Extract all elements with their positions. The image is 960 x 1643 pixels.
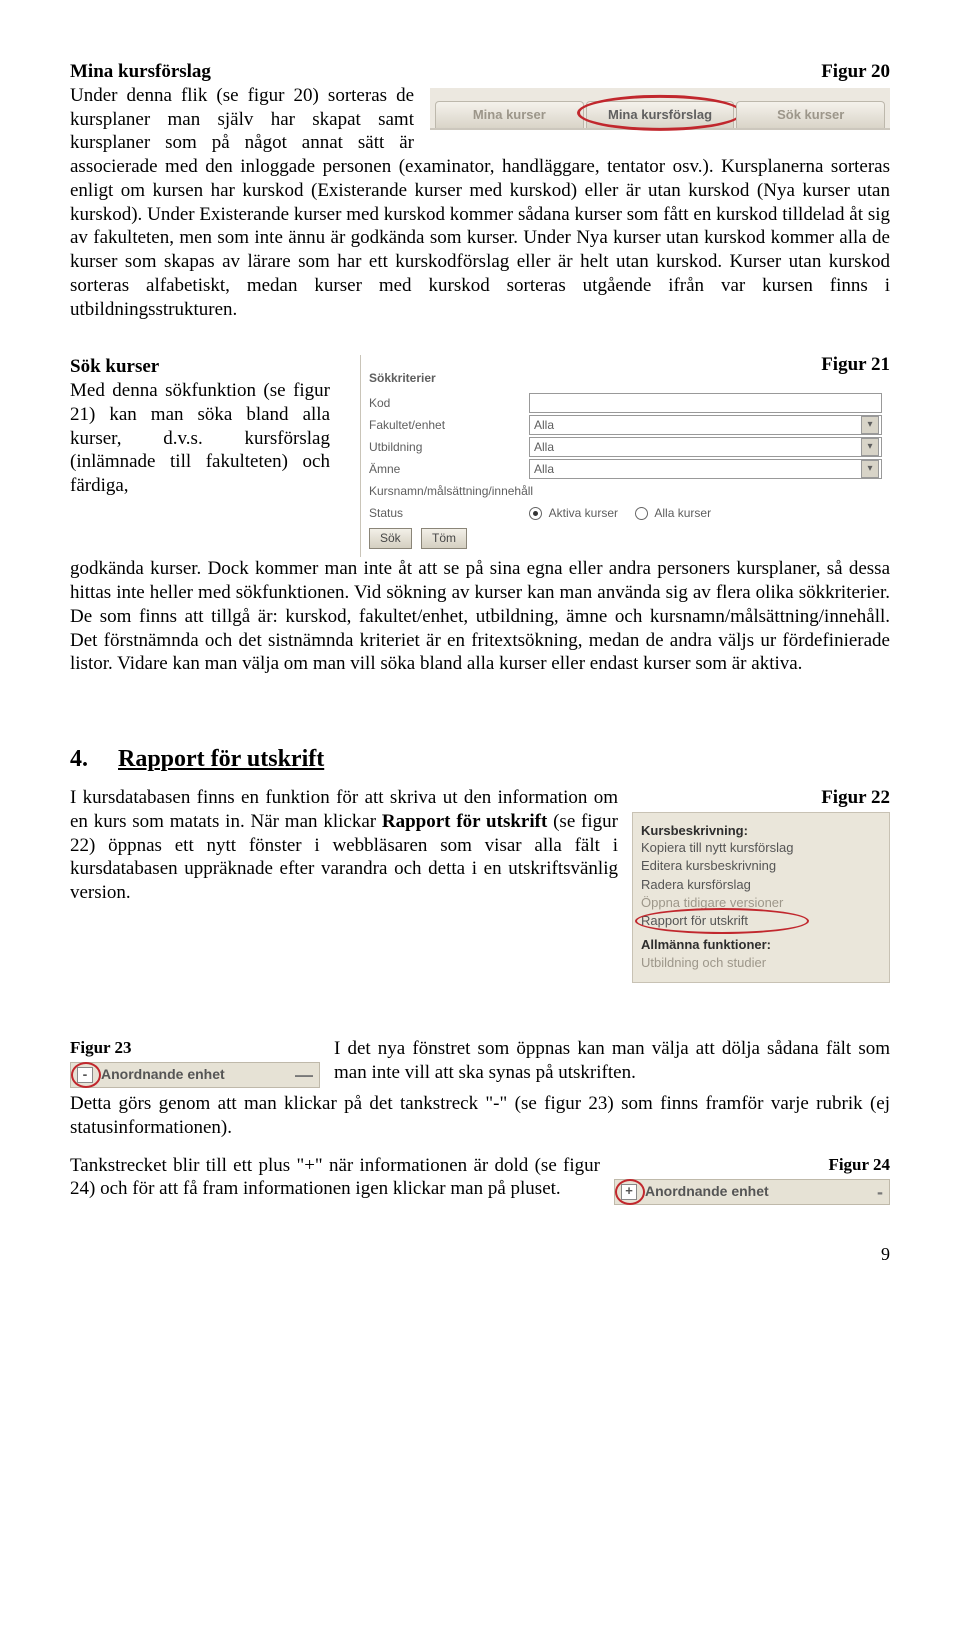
- expand-bar-label: Anordnande enhet: [645, 1183, 769, 1201]
- tab-label: Mina kursförslag: [608, 107, 712, 122]
- figure-24-caption: Figur 24: [614, 1154, 890, 1175]
- menu-item-education[interactable]: Utbildning och studier: [641, 954, 881, 972]
- search-form-heading: Sökkriterier: [369, 371, 882, 386]
- menu-item-edit[interactable]: Editera kursbeskrivning: [641, 857, 881, 875]
- section4-p1-rest: Detta görs genom att man klickar på det …: [70, 1093, 890, 1138]
- dash-icon: —: [295, 1064, 313, 1087]
- figure-23: Figur 23 - Anordnande enhet —: [70, 1037, 320, 1088]
- search-form: Sökkriterier Kod Fakultet/enhet Alla Utb…: [360, 355, 890, 557]
- section3-heading: 4. Rapport för utskrift: [70, 744, 890, 774]
- menu-item-report[interactable]: Rapport för utskrift: [641, 912, 881, 933]
- figure-23-caption: Figur 23: [70, 1037, 320, 1058]
- label-amne: Ämne: [369, 462, 529, 477]
- course-menu: Kursbeskrivning: Kopiera till nytt kursf…: [632, 812, 890, 983]
- section2-title: Sök kurser: [70, 356, 159, 377]
- collapse-bar-label: Anordnande enhet: [101, 1066, 225, 1084]
- label-kod: Kod: [369, 396, 529, 411]
- label-status: Status: [369, 506, 529, 521]
- section3-num: 4.: [70, 746, 88, 772]
- section2-left-body: Med denna sökfunktion (se figur 21) kan …: [70, 380, 330, 496]
- highlight-oval-icon: [71, 1062, 101, 1088]
- figure-22-caption: Figur 22: [632, 786, 890, 810]
- collapse-bar[interactable]: - Anordnande enhet —: [70, 1062, 320, 1088]
- section-rapport: 4. Rapport för utskrift Figur 22 Kursbes…: [70, 744, 890, 983]
- radio-alla[interactable]: [635, 507, 648, 520]
- clear-button[interactable]: Töm: [421, 528, 467, 549]
- section-mina-kursforslag: Figur 20 Mina kurser Mina kursförslag Sö…: [70, 60, 890, 321]
- section-sok-kurser: Sök kurser Med denna sökfunktion (se fig…: [70, 355, 890, 676]
- search-button[interactable]: Sök: [369, 528, 412, 549]
- menu-heading-1: Kursbeskrivning:: [641, 823, 881, 839]
- page-number: 9: [70, 1243, 890, 1266]
- status-radios: Aktiva kurser Alla kurser: [529, 506, 882, 521]
- tab-mina-kurser[interactable]: Mina kurser: [435, 101, 584, 128]
- figure-21: Figur 21 Sökkriterier Kod Fakultet/enhet…: [360, 355, 890, 557]
- label-fakultet: Fakultet/enhet: [369, 418, 529, 433]
- section2-left-column: Sök kurser Med denna sökfunktion (se fig…: [70, 355, 330, 498]
- tab-sok-kurser[interactable]: Sök kurser: [736, 101, 885, 128]
- section3-title: Rapport för utskrift: [118, 746, 324, 772]
- select-amne[interactable]: Alla: [529, 459, 882, 479]
- radio-aktiva[interactable]: [529, 507, 542, 520]
- select-fakultet[interactable]: Alla: [529, 415, 882, 435]
- input-kod[interactable]: [529, 393, 882, 413]
- menu-heading-2: Allmänna funktioner:: [641, 937, 881, 953]
- expand-bar[interactable]: + Anordnande enhet -: [614, 1179, 890, 1205]
- dash-icon: -: [877, 1181, 883, 1204]
- highlight-oval-icon: [635, 908, 809, 934]
- figure-20-caption: Figur 20: [430, 60, 890, 84]
- menu-item-copy[interactable]: Kopiera till nytt kursförslag: [641, 839, 881, 857]
- select-utbildning[interactable]: Alla: [529, 437, 882, 457]
- figure-24: Figur 24 + Anordnande enhet -: [614, 1154, 890, 1205]
- section-collapse-expand: Figur 23 - Anordnande enhet — I det nya …: [70, 1037, 890, 1209]
- highlight-oval-icon: [615, 1179, 645, 1205]
- label-utbildning: Utbildning: [369, 440, 529, 455]
- figure-21-caption: Figur 21: [821, 355, 890, 377]
- section1-body-rest: handläggare, tentator osv.). Kursplanern…: [70, 156, 890, 320]
- tab-row: Mina kurser Mina kursförslag Sök kurser: [430, 88, 890, 130]
- figure-20: Figur 20 Mina kurser Mina kursförslag Sö…: [430, 60, 890, 130]
- radio-alla-label: Alla kurser: [654, 506, 711, 520]
- radio-aktiva-label: Aktiva kurser: [549, 506, 618, 520]
- menu-item-delete[interactable]: Radera kursförslag: [641, 876, 881, 894]
- section4-p2: Tankstrecket blir till ett plus "+" när …: [70, 1155, 600, 1200]
- section2-full-body: godkända kurser. Dock kommer man inte åt…: [70, 557, 890, 676]
- tab-mina-kursforslag[interactable]: Mina kursförslag: [586, 101, 735, 128]
- s3-b: Rapport för utskrift: [382, 811, 547, 832]
- section4-p1-lead: I det nya fönstret som öppnas kan man vä…: [334, 1038, 890, 1083]
- figure-22: Figur 22 Kursbeskrivning: Kopiera till n…: [632, 786, 890, 983]
- label-kursnamn: Kursnamn/målsättning/innehåll: [369, 484, 533, 499]
- section-title: Mina kursförslag: [70, 61, 211, 82]
